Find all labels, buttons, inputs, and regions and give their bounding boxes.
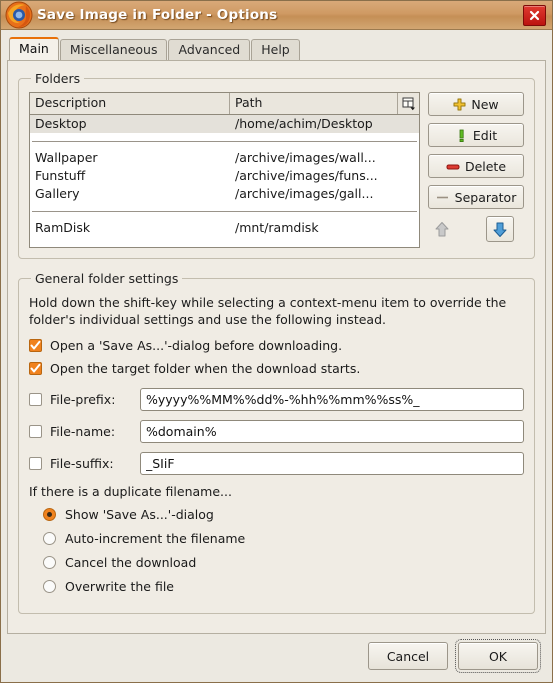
folders-table-body: Desktop /home/achim/Desktop Wallpaper /a… [30,115,419,237]
cell-path: /archive/images/gall... [235,186,374,201]
edit-button[interactable]: Edit [428,123,524,147]
radio-label: Overwrite the file [65,579,174,594]
ok-button[interactable]: OK [455,639,541,673]
dash-icon [436,196,448,198]
move-up-button[interactable] [428,216,456,242]
cell-description: Desktop [35,116,87,131]
folders-legend: Folders [35,71,81,86]
file-suffix-input[interactable] [140,452,524,475]
reorder-controls [428,216,524,242]
edit-button-label: Edit [472,127,498,143]
cell-path: /archive/images/wall... [235,150,376,165]
radio-box [43,532,56,545]
column-header-path[interactable]: Path [230,93,398,114]
checkbox-save-as-dialog[interactable]: Open a 'Save As...'-dialog before downlo… [29,338,524,353]
duplicate-filename-title: If there is a duplicate filename... [29,484,232,499]
general-settings-hint: Hold down the shift-key while selecting … [29,295,507,327]
checkbox-file-suffix[interactable] [29,457,42,470]
radio-show-save-as-dialog[interactable]: Show 'Save As...'-dialog [43,507,524,522]
tab-main[interactable]: Main [9,37,59,60]
cell-description: Funstuff [35,168,86,183]
table-row-separator [32,141,417,142]
radio-box [43,556,56,569]
folders-actions: New Edit Delete Separator [428,92,524,248]
window-title: Save Image in Folder - Options [37,7,278,23]
radio-label: Cancel the download [65,555,197,570]
table-row[interactable]: RamDisk /mnt/ramdisk [30,219,419,237]
checkbox-box [29,362,42,375]
table-row[interactable]: Gallery /archive/images/gall... [30,185,419,203]
tab-miscellaneous[interactable]: Miscellaneous [59,39,168,60]
folders-table[interactable]: Description Path Desktop /home/achim/Des… [29,92,420,248]
checkmark-icon [30,363,41,373]
table-row-separator [32,211,417,212]
arrow-down-icon [493,222,507,237]
checkbox-label: Open a 'Save As...'-dialog before downlo… [50,338,343,353]
checkbox-open-target-folder[interactable]: Open the target folder when the download… [29,361,524,376]
tab-strip: Main Miscellaneous Advanced Help [1,30,552,60]
checkbox-box [29,339,42,352]
dialog-footer: Cancel OK [1,634,552,682]
file-suffix-row: File-suffix: [29,452,524,475]
radio-label: Show 'Save As...'-dialog [65,507,214,522]
minus-icon [446,164,460,169]
cell-path: /archive/images/funs... [235,168,378,183]
options-window: Save Image in Folder - Options Main Misc… [0,0,553,683]
move-down-button[interactable] [486,216,514,242]
file-prefix-row: File-prefix: [29,388,524,411]
radio-label: Auto-increment the filename [65,531,246,546]
radio-cancel-download[interactable]: Cancel the download [43,555,524,570]
file-suffix-label: File-suffix: [50,456,114,471]
tab-advanced[interactable]: Advanced [168,39,251,60]
close-button[interactable] [523,5,546,26]
separator-button-label: Separator [454,189,517,205]
checkbox-file-prefix[interactable] [29,393,42,406]
table-row[interactable]: Desktop /home/achim/Desktop [30,115,419,133]
file-name-label: File-name: [50,424,116,439]
checkmark-icon [30,340,41,350]
table-row[interactable]: Funstuff /archive/images/funs... [30,167,419,185]
radio-box [43,508,56,521]
folders-group: Folders Description Path Desktop /home/a… [18,71,535,259]
plus-icon [453,98,466,110]
general-settings-legend: General folder settings [35,271,179,286]
new-button-label: New [471,96,499,112]
folders-table-header: Description Path [30,93,419,115]
cell-description: Wallpaper [35,150,98,165]
main-tab-panel: Folders Description Path Desktop /home/a… [7,60,546,634]
cell-path: /mnt/ramdisk [235,220,319,235]
column-chooser-icon[interactable] [398,93,419,114]
delete-button-label: Delete [464,158,507,174]
file-name-row: File-name: [29,420,524,443]
radio-auto-increment[interactable]: Auto-increment the filename [43,531,524,546]
checkbox-file-name[interactable] [29,425,42,438]
delete-button[interactable]: Delete [428,154,524,178]
tab-help[interactable]: Help [251,39,300,60]
file-name-input[interactable] [140,420,524,443]
radio-box [43,580,56,593]
table-row[interactable]: Wallpaper /archive/images/wall... [30,149,419,167]
cell-path: /home/achim/Desktop [235,116,373,131]
radio-overwrite-file[interactable]: Overwrite the file [43,579,524,594]
close-icon [529,10,540,21]
title-bar: Save Image in Folder - Options [1,1,552,30]
cell-description: RamDisk [35,220,91,235]
checkbox-label: Open the target folder when the download… [50,361,361,376]
firefox-icon [4,0,34,30]
separator-button[interactable]: Separator [428,185,524,209]
cancel-button[interactable]: Cancel [368,642,448,670]
column-header-description[interactable]: Description [30,93,230,114]
arrow-up-icon [435,221,449,236]
new-button[interactable]: New [428,92,524,116]
pencil-icon [459,129,464,142]
cell-description: Gallery [35,186,80,201]
file-prefix-input[interactable] [140,388,524,411]
general-settings-group: General folder settings Hold down the sh… [18,271,535,614]
file-prefix-label: File-prefix: [50,392,116,407]
